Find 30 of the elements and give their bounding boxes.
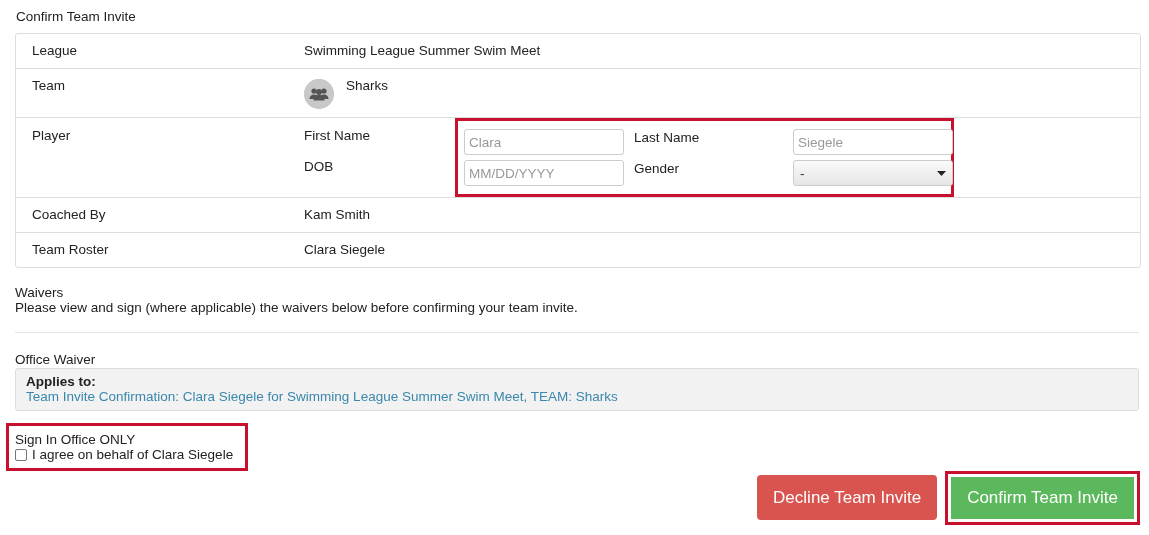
confirm-button[interactable]: Confirm Team Invite	[951, 476, 1134, 519]
field-label: Gender	[634, 160, 681, 176]
page-title: Confirm Team Invite	[16, 9, 137, 24]
field-label: Last Name	[634, 129, 701, 145]
agree-label: I agree on behalf of Clara Siegele	[32, 447, 234, 462]
team-name: Sharks	[346, 78, 389, 93]
field-label: First Name	[304, 128, 371, 145]
waiver-link[interactable]: Team Invite Confirmation: Clara Siegele for Swimming League Summer Swim Meet, TEAM: Sharks	[26, 389, 618, 404]
row-value: Swimming League Summer Swim Meet	[304, 43, 542, 59]
field-label: DOB	[304, 159, 335, 176]
sign-title: Sign In Office ONLY	[15, 432, 137, 447]
row-label: Coached By	[32, 207, 107, 223]
agree-checkbox[interactable]	[15, 448, 27, 461]
applies-label: Applies to:	[26, 374, 96, 389]
row-value: Clara Siegele	[304, 242, 387, 258]
row-label: League	[32, 43, 79, 59]
text-field[interactable]: Clara	[464, 129, 624, 155]
instructions: Please view and sign (where applicable) the waivers below before confirming your team invite.	[15, 300, 579, 315]
row-label: Team Roster	[32, 242, 110, 258]
team-icon	[304, 79, 334, 109]
text-field[interactable]: Siegele	[793, 129, 953, 155]
row-value: Kam Smith	[304, 207, 372, 223]
waiver-title: Office Waiver	[15, 352, 97, 367]
row-label: Team	[32, 78, 66, 95]
gender-dropdown[interactable]: -	[793, 160, 953, 186]
row-label: Player	[32, 127, 72, 145]
text-field[interactable]: MM/DD/YYYY	[464, 160, 624, 186]
section-title: Waivers	[15, 285, 65, 300]
decline-button[interactable]: Decline Team Invite	[757, 475, 938, 520]
caret-icon	[937, 170, 946, 176]
